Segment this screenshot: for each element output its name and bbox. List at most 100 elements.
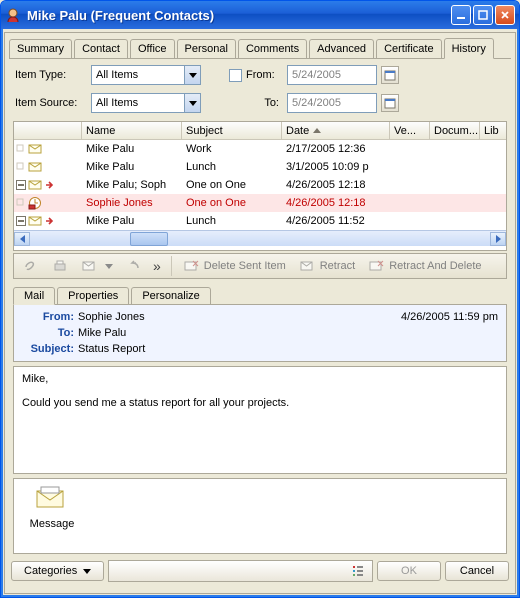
item-source-combo[interactable]: All Items (91, 93, 201, 113)
grid-body[interactable]: Mike PaluWork2/17/2005 12:36Mike PaluLun… (14, 140, 506, 230)
col-document: Docum... (430, 122, 480, 139)
from-field-label: From: (22, 311, 74, 323)
window-title: Mike Palu (Frequent Contacts) (27, 8, 449, 23)
filter-area: Item Type: All Items From: 5/24/2005 Ite… (5, 59, 515, 117)
row-icons (14, 215, 82, 227)
history-list: Name Subject Date Ve... Docum... Lib Mik… (13, 121, 507, 251)
mail-timestamp: 4/26/2005 11:59 pm (401, 311, 498, 323)
message-icon (35, 485, 69, 514)
mail-header-pane: From: Sophie Jones 4/26/2005 11:59 pm To: M… (13, 305, 507, 362)
horizontal-scrollbar[interactable] (14, 230, 506, 246)
item-source-value: All Items (96, 97, 138, 109)
cell-date: 4/26/2005 12:18 (282, 197, 390, 209)
body-greeting: Mike, (22, 373, 498, 385)
tab-advanced[interactable]: Advanced (309, 39, 374, 58)
item-type-value: All Items (96, 69, 138, 81)
detail-tabrow: Mail Properties Personalize (13, 285, 507, 305)
attach-button[interactable] (18, 256, 42, 276)
cell-name: Mike Palu; Soph (82, 179, 182, 191)
delete-sent-button[interactable]: Delete Sent Item (180, 257, 290, 275)
mail-options-button[interactable] (78, 257, 117, 275)
table-row[interactable]: Mike PaluWork2/17/2005 12:36 (14, 140, 506, 158)
attachment-pane[interactable]: Message (13, 478, 507, 554)
close-button[interactable] (495, 5, 515, 25)
window-frame: Mike Palu (Frequent Contacts) Summary Co… (0, 0, 520, 598)
minimize-button[interactable] (451, 5, 471, 25)
cell-date: 2/17/2005 12:36 (282, 143, 390, 155)
chevron-down-icon[interactable] (184, 66, 200, 84)
separator (171, 256, 172, 276)
scroll-thumb[interactable] (130, 232, 168, 246)
ok-button[interactable]: OK (377, 561, 441, 581)
tab-personal[interactable]: Personal (177, 39, 236, 58)
tab-comments[interactable]: Comments (238, 39, 307, 58)
calendar-icon[interactable] (381, 66, 399, 84)
main-tabrow: Summary Contact Office Personal Comments… (9, 37, 511, 59)
subject-field-value: Status Report (78, 343, 145, 355)
retract-delete-label: Retract And Delete (389, 260, 481, 272)
action-toolbar: » Delete Sent Item Retract Retract And D… (13, 253, 507, 279)
scroll-left-button[interactable] (14, 232, 30, 246)
cancel-button[interactable]: Cancel (445, 561, 509, 581)
cell-name: Mike Palu (82, 143, 182, 155)
sort-asc-icon (313, 128, 321, 133)
col-subject: Subject (182, 122, 282, 139)
cell-subject: One on One (182, 197, 282, 209)
mail-body-pane[interactable]: Mike, Could you send me a status report … (13, 366, 507, 474)
column-headers[interactable]: Name Subject Date Ve... Docum... Lib (14, 122, 506, 140)
tab-office[interactable]: Office (130, 39, 175, 58)
to-field-label: To: (22, 327, 74, 339)
table-row[interactable]: Mike Palu; SophOne on One4/26/2005 12:18 (14, 176, 506, 194)
categories-button[interactable]: Categories (11, 561, 104, 581)
from-check-wrap[interactable]: From: (229, 69, 283, 82)
maximize-button[interactable] (473, 5, 493, 25)
row-icons (14, 179, 82, 191)
cell-subject: Lunch (182, 215, 282, 227)
retract-label: Retract (320, 260, 355, 272)
col-date: Date (282, 122, 390, 139)
retract-button[interactable]: Retract (296, 257, 359, 275)
cell-date: 4/26/2005 12:18 (282, 179, 390, 191)
cell-name: Mike Palu (82, 161, 182, 173)
tab-contact[interactable]: Contact (74, 39, 128, 58)
cell-date: 4/26/2005 11:52 (282, 215, 390, 227)
from-checkbox[interactable] (229, 69, 242, 82)
item-type-combo[interactable]: All Items (91, 65, 201, 85)
tab-certificate[interactable]: Certificate (376, 39, 442, 58)
item-type-label: Item Type: (15, 69, 87, 81)
table-row[interactable]: Mike PaluLunch4/26/2005 11:52 (14, 212, 506, 230)
tab-properties[interactable]: Properties (57, 287, 129, 304)
from-field-value: Sophie Jones (78, 311, 145, 323)
chevron-down-icon[interactable] (184, 94, 200, 112)
chevron-right-icon[interactable]: » (153, 258, 161, 274)
to-label: To: (229, 97, 283, 109)
col-version: Ve... (390, 122, 430, 139)
cell-name: Sophie Jones (82, 197, 182, 209)
retract-delete-button[interactable]: Retract And Delete (365, 257, 485, 275)
from-date-value: 5/24/2005 (292, 69, 341, 81)
tab-history[interactable]: History (444, 38, 494, 59)
categories-label: Categories (24, 565, 77, 577)
to-field-value: Mike Palu (78, 327, 126, 339)
tab-mail[interactable]: Mail (13, 287, 55, 305)
tab-personalize[interactable]: Personalize (131, 287, 210, 304)
row-icons (14, 196, 82, 210)
print-button[interactable] (48, 256, 72, 276)
cell-subject: One on One (182, 179, 282, 191)
table-row[interactable]: Sophie JonesOne on One4/26/2005 12:18 (14, 194, 506, 212)
table-row[interactable]: Mike PaluLunch3/1/2005 10:09 p (14, 158, 506, 176)
categories-field[interactable] (108, 560, 373, 582)
attachment-label: Message (30, 518, 75, 530)
scroll-right-button[interactable] (490, 232, 506, 246)
to-date-field[interactable]: 5/24/2005 (287, 93, 377, 113)
cell-date: 3/1/2005 10:09 p (282, 161, 390, 173)
cell-subject: Lunch (182, 161, 282, 173)
attachment-item[interactable]: Message (22, 485, 82, 530)
cell-subject: Work (182, 143, 282, 155)
calendar-icon[interactable] (381, 94, 399, 112)
tab-summary[interactable]: Summary (9, 39, 72, 58)
titlebar[interactable]: Mike Palu (Frequent Contacts) (1, 1, 519, 29)
from-date-field[interactable]: 5/24/2005 (287, 65, 377, 85)
undo-button[interactable] (123, 257, 145, 275)
dialog-button-row: Categories OK Cancel (11, 560, 509, 582)
